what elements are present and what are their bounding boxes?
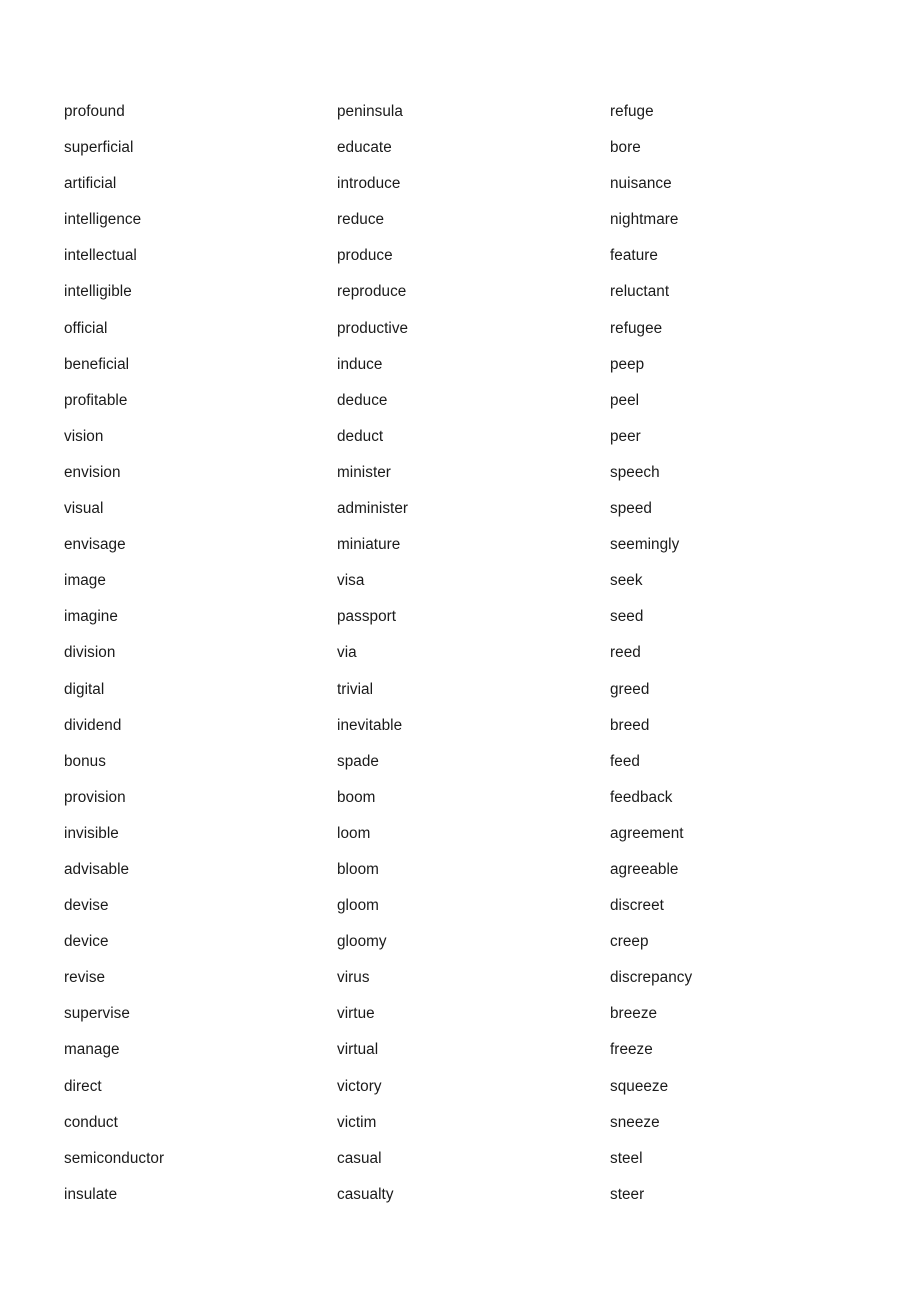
word-item: nightmare bbox=[610, 211, 679, 229]
word-item: administer bbox=[337, 500, 409, 518]
word-item: beneficial bbox=[64, 355, 130, 373]
word-item: digital bbox=[64, 680, 105, 698]
word-item: breed bbox=[610, 716, 650, 734]
word-item: intellectual bbox=[64, 247, 137, 265]
word-item: virus bbox=[337, 969, 370, 987]
word-item: invisible bbox=[64, 824, 119, 842]
word-item: dividend bbox=[64, 716, 122, 734]
word-item: casualty bbox=[337, 1185, 394, 1203]
word-item: trivial bbox=[337, 680, 374, 698]
word-item: spade bbox=[337, 752, 379, 770]
word-item: victory bbox=[337, 1077, 382, 1095]
word-item: casual bbox=[337, 1149, 382, 1167]
word-item: boom bbox=[337, 788, 376, 806]
word-item: artificial bbox=[64, 175, 117, 193]
word-item: advisable bbox=[64, 860, 130, 878]
word-item: bore bbox=[610, 139, 641, 157]
word-item: feature bbox=[610, 247, 658, 265]
word-item: reluctant bbox=[610, 283, 670, 301]
word-item: steel bbox=[610, 1149, 643, 1167]
word-item: peer bbox=[610, 427, 641, 445]
word-column-1: profound superficial artificial intelligenc… bbox=[64, 94, 337, 1213]
word-item: breeze bbox=[610, 1005, 658, 1023]
word-item: speech bbox=[610, 463, 660, 481]
word-item: reproduce bbox=[337, 283, 407, 301]
word-item: freeze bbox=[610, 1041, 653, 1059]
word-item: sneeze bbox=[610, 1113, 660, 1131]
word-item: agreeable bbox=[610, 860, 679, 878]
word-item: loom bbox=[337, 824, 371, 842]
word-item: supervise bbox=[64, 1005, 130, 1023]
word-item: gloomy bbox=[337, 933, 387, 951]
word-item: victim bbox=[337, 1113, 377, 1131]
word-item: superficial bbox=[64, 139, 134, 157]
word-item: reed bbox=[610, 644, 641, 662]
word-item: via bbox=[337, 644, 357, 662]
word-item: revise bbox=[64, 969, 106, 987]
word-item: device bbox=[64, 933, 109, 951]
word-item: seemingly bbox=[610, 536, 680, 554]
word-item: educate bbox=[337, 139, 392, 157]
word-item: agreement bbox=[610, 824, 684, 842]
word-item: feedback bbox=[610, 788, 673, 806]
word-item: virtue bbox=[337, 1005, 375, 1023]
word-item: bloom bbox=[337, 860, 379, 878]
word-item: peep bbox=[610, 355, 645, 373]
word-item: division bbox=[64, 644, 116, 662]
word-item: discrepancy bbox=[610, 969, 693, 987]
word-item: refugee bbox=[610, 319, 663, 337]
word-item: deduct bbox=[337, 427, 384, 445]
word-item: bonus bbox=[64, 752, 106, 770]
word-item: miniature bbox=[337, 536, 401, 554]
word-item: intelligible bbox=[64, 283, 132, 301]
word-item: discreet bbox=[610, 897, 664, 915]
word-column-2: peninsula educate introduce reduce produce re… bbox=[337, 94, 610, 1213]
word-item: peninsula bbox=[337, 103, 403, 120]
word-column-3: refuge bore nuisance nightmare feature reluct… bbox=[610, 94, 692, 1213]
word-item: productive bbox=[337, 319, 409, 337]
word-item: direct bbox=[64, 1077, 102, 1095]
word-item: manage bbox=[64, 1041, 120, 1059]
word-item: passport bbox=[337, 608, 397, 626]
word-item: inevitable bbox=[337, 716, 403, 734]
word-item: seed bbox=[610, 608, 644, 626]
word-item: intelligence bbox=[64, 211, 142, 229]
word-item: feed bbox=[610, 752, 640, 770]
word-item: imagine bbox=[64, 608, 118, 626]
word-item: devise bbox=[64, 897, 109, 915]
word-item: speed bbox=[610, 500, 652, 518]
word-item: deduce bbox=[337, 391, 388, 409]
word-item: semiconductor bbox=[64, 1149, 165, 1167]
word-item: virtual bbox=[337, 1041, 379, 1059]
word-list-columns: profound superficial artificial intelligenc… bbox=[64, 94, 864, 1213]
word-item: visual bbox=[64, 500, 104, 518]
word-item: refuge bbox=[610, 103, 654, 120]
word-item: image bbox=[64, 572, 106, 590]
word-item: produce bbox=[337, 247, 393, 265]
word-item: squeeze bbox=[610, 1077, 669, 1095]
word-item: creep bbox=[610, 933, 649, 951]
word-item: profitable bbox=[64, 391, 128, 409]
word-item: seek bbox=[610, 572, 643, 590]
word-item: peel bbox=[610, 391, 640, 409]
word-item: envision bbox=[64, 463, 121, 481]
word-item: minister bbox=[337, 463, 391, 481]
word-item: gloom bbox=[337, 897, 379, 915]
word-item: conduct bbox=[64, 1113, 118, 1131]
word-item: introduce bbox=[337, 175, 401, 193]
word-item: insulate bbox=[64, 1185, 118, 1203]
word-item: vision bbox=[64, 427, 104, 445]
word-item: induce bbox=[337, 355, 383, 373]
word-item: provision bbox=[64, 788, 126, 806]
document-page: profound superficial artificial intelligenc… bbox=[0, 0, 920, 1302]
word-item: visa bbox=[337, 572, 365, 590]
word-item: nuisance bbox=[610, 175, 672, 193]
word-item: envisage bbox=[64, 536, 126, 554]
word-item: reduce bbox=[337, 211, 385, 229]
word-item: greed bbox=[610, 680, 650, 698]
word-item: profound bbox=[64, 103, 125, 120]
word-item: steer bbox=[610, 1185, 645, 1203]
word-item: official bbox=[64, 319, 108, 337]
